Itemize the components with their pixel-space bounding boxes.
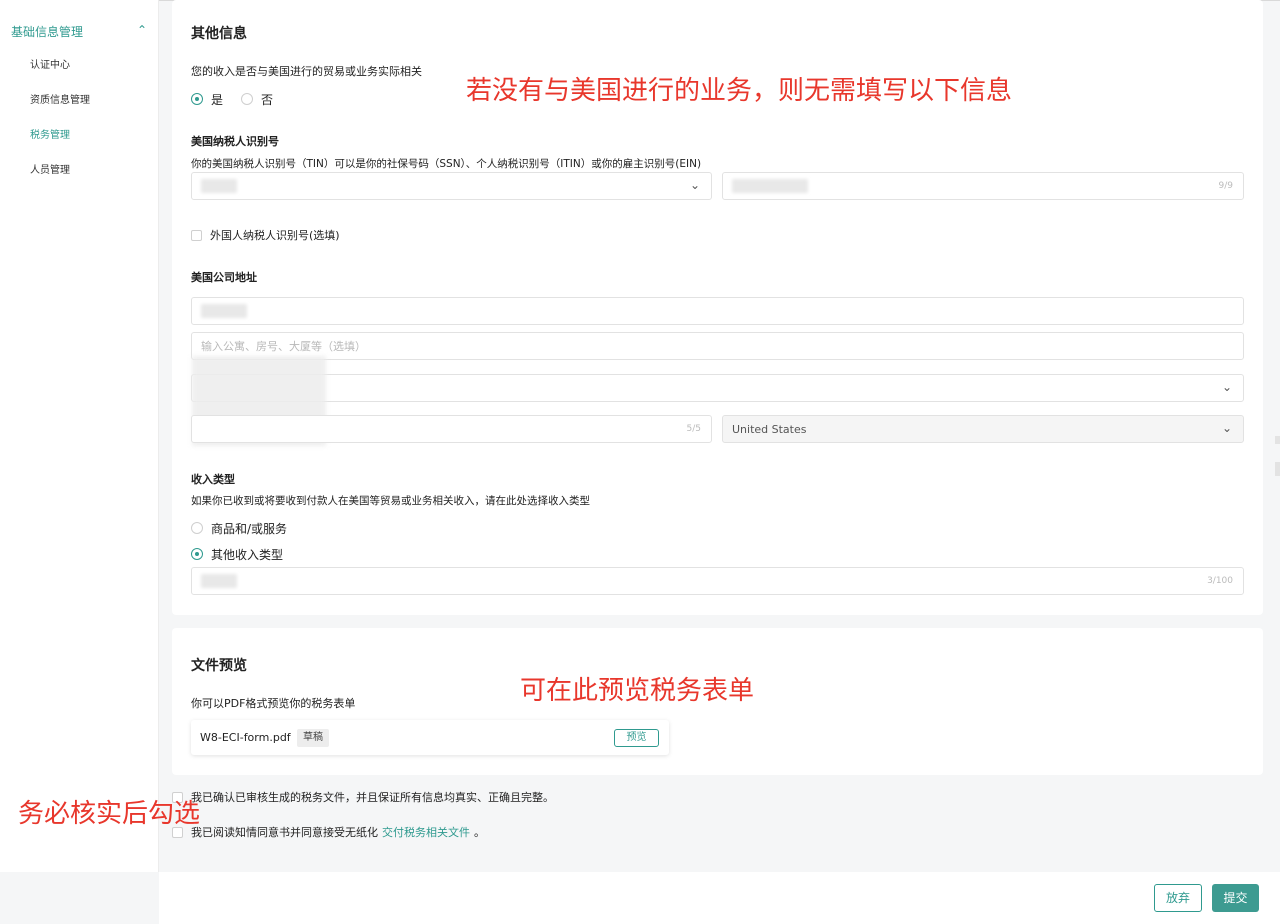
cancel-button[interactable]: 放弃 [1154, 884, 1202, 912]
footer-bar [159, 872, 1280, 924]
zip-counter: 5/5 [686, 424, 701, 434]
zip-input[interactable]: 5/5 [191, 415, 712, 443]
other-income-counter: 3/100 [1207, 576, 1233, 586]
sidebar-item-auth-center[interactable]: 认证中心 [30, 58, 70, 74]
file-item: W8-ECI-form.pdf 草稿 预览 [191, 720, 669, 755]
consent-suffix: 。 [474, 826, 485, 839]
foreign-tin-label: 外国人纳税人识别号(选填) [210, 229, 340, 242]
submit-button[interactable]: 提交 [1212, 884, 1259, 912]
draft-badge: 草稿 [297, 729, 329, 747]
annotation-must-check: 务必核实后勾选 [18, 799, 201, 829]
consent-link[interactable]: 交付税务相关文件 [382, 824, 470, 840]
other-income-redacted [201, 574, 237, 588]
address-title: 美国公司地址 [191, 271, 257, 284]
sidebar: 基础信息管理 ⌃ 认证中心 资质信息管理 税务管理 人员管理 [0, 0, 159, 872]
foreign-tin-checkbox[interactable]: 外国人纳税人识别号(选填) [191, 227, 340, 243]
chevron-down-icon: ⌄ [1221, 421, 1232, 435]
radio-no[interactable]: 否 [241, 90, 273, 108]
address-line2-input[interactable]: 输入公寓、房号、大厦等（选填） [191, 332, 1244, 360]
tin-type-value-redacted [201, 179, 237, 193]
address-line1-redacted [201, 304, 247, 318]
income-type-description: 如果你已收到或将要收到付款人在美国等贸易或业务相关收入，请在此处选择收入类型 [191, 495, 590, 507]
sidebar-group-label: 基础信息管理 [11, 25, 84, 39]
chevron-up-icon: ⌃ [136, 23, 147, 37]
confirm-checkbox[interactable]: 我已确认已审核生成的税务文件，并且保证所有信息均真实、正确且完整。 [172, 789, 554, 805]
address-line1-input[interactable] [191, 297, 1244, 325]
scrollbar-mark[interactable] [1275, 436, 1280, 444]
file-preview-description: 你可以PDF格式预览你的税务表单 [191, 697, 356, 710]
annotation-preview-here: 可在此预览税务表单 [520, 676, 755, 706]
chevron-down-icon: ⌄ [689, 178, 700, 192]
scrollbar-mark[interactable] [1275, 462, 1280, 476]
income-question-label: 您的收入是否与美国进行的贸易或业务实际相关 [191, 65, 422, 78]
file-name: W8-ECI-form.pdf [200, 731, 291, 744]
tin-type-select[interactable]: ⌄ [191, 172, 712, 200]
sidebar-item-tax[interactable]: 税务管理 [30, 128, 70, 144]
consent-checkbox[interactable]: 我已阅读知情同意书并同意接受无纸化 交付税务相关文件 。 [172, 824, 485, 840]
annotation-no-us-business: 若没有与美国进行的业务，则无需填写以下信息 [466, 76, 1013, 106]
tin-counter: 9/9 [1218, 181, 1233, 191]
radio-yes-label: 是 [211, 92, 224, 107]
foreign-tin-checkbox-box [191, 229, 202, 241]
tin-number-redacted [732, 179, 808, 193]
country-select[interactable]: United States ⌄ [722, 415, 1244, 443]
other-income-input[interactable]: 3/100 [191, 567, 1244, 595]
radio-yes[interactable]: 是 [191, 90, 223, 108]
sidebar-item-personnel[interactable]: 人员管理 [30, 163, 70, 179]
confirm-label: 我已确认已审核生成的税务文件，并且保证所有信息均真实、正确且完整。 [191, 791, 554, 804]
radio-goods-label: 商品和/或服务 [211, 521, 288, 536]
consent-label: 我已阅读知情同意书并同意接受无纸化 [191, 826, 378, 839]
file-preview-title: 文件预览 [191, 658, 247, 674]
preview-button[interactable]: 预览 [614, 729, 659, 747]
radio-other-income[interactable]: 其他收入类型 [191, 545, 283, 563]
tin-description: 你的美国纳税人识别号（TIN）可以是你的社保号码（SSN）、个人纳税识别号（IT… [191, 158, 702, 170]
radio-other-indicator [191, 548, 203, 560]
sidebar-item-qualification[interactable]: 资质信息管理 [30, 93, 90, 109]
country-value: United States [732, 422, 807, 436]
radio-other-label: 其他收入类型 [211, 547, 284, 562]
radio-no-indicator [241, 93, 253, 105]
sidebar-group-basic-info[interactable]: 基础信息管理 ⌃ [11, 23, 147, 41]
state-select[interactable]: ⌄ [191, 374, 1244, 402]
radio-goods-services[interactable]: 商品和/或服务 [191, 519, 287, 537]
chevron-down-icon: ⌄ [1221, 380, 1232, 394]
other-info-title: 其他信息 [191, 26, 247, 42]
radio-no-label: 否 [261, 92, 274, 107]
tin-title: 美国纳税人识别号 [191, 135, 279, 148]
income-type-title: 收入类型 [191, 473, 235, 486]
radio-yes-indicator [191, 93, 203, 105]
radio-goods-indicator [191, 522, 203, 534]
tin-number-input[interactable]: 9/9 [722, 172, 1244, 200]
address-line2-placeholder: 输入公寓、房号、大厦等（选填） [201, 340, 366, 353]
